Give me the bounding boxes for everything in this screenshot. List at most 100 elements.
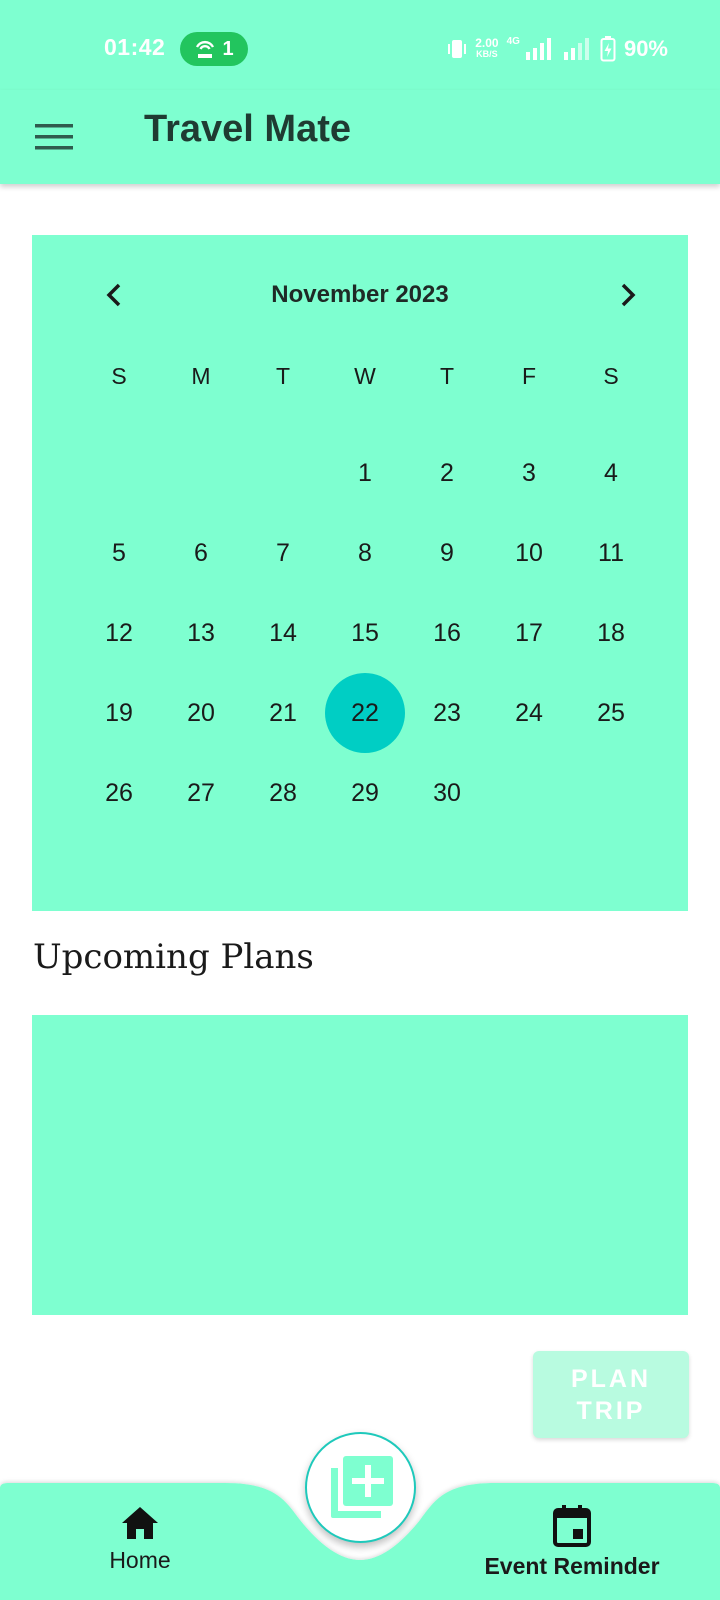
home-icon [122,1507,158,1539]
app-title: Travel Mate [144,108,351,150]
calendar-day-number: 14 [269,618,297,647]
calendar-day-number: 6 [194,538,208,567]
calendar-day[interactable]: 26 [78,753,160,833]
status-icons: 2.00 KB/S 4G 90% [447,36,668,62]
calendar-day[interactable]: 14 [242,593,324,673]
hamburger-menu-icon [35,124,73,150]
calendar-day-number: 30 [433,778,461,807]
calendar-day-number: 17 [515,618,543,647]
calendar-empty-cell [160,433,242,513]
calendar-day-number: 13 [187,618,215,647]
app-screen: 01:42 1 2.00 KB/S 4G 90% Travel Mate Nov… [0,0,720,1600]
hotspot-icon [196,40,215,58]
battery-charging-icon [600,36,616,62]
calendar-day[interactable]: 6 [160,513,242,593]
speed-value: 2.00 [475,36,499,50]
calendar-day[interactable]: 9 [406,513,488,593]
calendar-day[interactable]: 25 [570,673,652,753]
vibrate-icon [448,40,467,58]
calendar-day[interactable]: 13 [160,593,242,673]
add-library-icon [330,1455,393,1518]
network-speed: 2.00 KB/S [475,36,499,60]
weekday-header: T [275,363,291,389]
calendar-empty-cell [78,433,160,513]
calendar-day-number: 24 [515,698,543,727]
calendar-day[interactable]: 15 [324,593,406,673]
calendar-day[interactable]: 30 [406,753,488,833]
calendar-day[interactable]: 28 [242,753,324,833]
calendar-view: November 2023 S M T W T F S 1 2 3 4 5 6 7 8 9 10 11 12 13 14… [32,235,688,911]
calendar-day-number: 22 [351,698,379,727]
calendar-day-number: 3 [522,458,536,487]
calendar-day-number: 8 [358,538,372,567]
network-type: 4G [506,36,520,47]
next-month-button[interactable] [608,275,648,315]
calendar-day[interactable]: 5 [78,513,160,593]
calendar-month-label: November 2023 [271,281,449,308]
calendar-day-number: 20 [187,698,215,727]
calendar-day[interactable]: 29 [324,753,406,833]
calendar-day-number: 15 [351,618,379,647]
add-plan-fab[interactable] [305,1432,416,1543]
calendar-day[interactable]: 10 [488,513,570,593]
calendar-day[interactable]: 8 [324,513,406,593]
status-time: 01:42 [104,34,166,60]
upcoming-plans-list[interactable] [32,1015,688,1315]
calendar-day-number: 1 [358,458,372,487]
calendar-day[interactable]: 7 [242,513,324,593]
calendar-day-number: 12 [105,618,133,647]
calendar-day-number: 7 [276,538,290,567]
calendar-day-number: 10 [515,538,543,567]
calendar-day-number: 19 [105,698,133,727]
status-bar: 01:42 1 2.00 KB/S 4G 90% [0,0,720,90]
plan-trip-label: PLAN TRIP [571,1363,651,1427]
upcoming-plans-title: Upcoming Plans [33,937,314,977]
nav-event-reminder[interactable]: Event Reminder [472,1505,672,1580]
calendar-day-number: 21 [269,698,297,727]
calendar-day[interactable]: 1 [324,433,406,513]
calendar-day-number: 23 [433,698,461,727]
calendar-empty-cell [242,433,324,513]
calendar-day-number: 2 [440,458,454,487]
battery-percent: 90% [623,36,668,61]
plan-trip-line2: TRIP [576,1396,646,1425]
calendar-day-number: 11 [598,538,624,567]
calendar-day[interactable]: 17 [488,593,570,673]
hotspot-indicator[interactable]: 1 [180,32,248,66]
calendar-day[interactable]: 27 [160,753,242,833]
calendar-day[interactable]: 2 [406,433,488,513]
weekday-header: M [191,363,211,389]
calendar-day[interactable]: 20 [160,673,242,753]
calendar-day[interactable]: 18 [570,593,652,673]
weekday-header: F [521,363,537,389]
calendar-day[interactable]: 16 [406,593,488,673]
calendar-day[interactable]: 24 [488,673,570,753]
calendar-day-number: 29 [351,778,379,807]
calendar-day[interactable]: 19 [78,673,160,753]
plan-trip-button[interactable]: PLAN TRIP [533,1351,689,1438]
calendar-header: November 2023 [32,275,688,315]
calendar-day-number: 27 [187,778,215,807]
calendar-day[interactable]: 12 [78,593,160,673]
speed-unit: KB/S [476,49,498,59]
calendar-day[interactable]: 23 [406,673,488,753]
nav-event-reminder-label: Event Reminder [484,1553,660,1579]
calendar-day-number: 5 [112,538,126,567]
calendar-day[interactable]: 11 [570,513,652,593]
calendar-day-number: 25 [597,698,625,727]
nav-home[interactable]: Home [90,1505,190,1574]
calendar-day[interactable]: 3 [488,433,570,513]
menu-button[interactable] [30,112,80,162]
calendar-day[interactable]: 4 [570,433,652,513]
calendar-day-number: 4 [604,458,618,487]
calendar-day-number: 16 [433,618,461,647]
calendar-event-icon [553,1505,591,1547]
signal-icon-sim2 [563,38,589,60]
signal-icon-sim1 [525,38,551,60]
calendar-day-selected[interactable]: 22 [324,673,406,753]
app-toolbar: Travel Mate [0,90,720,184]
weekday-header: T [439,363,455,389]
chevron-right-icon [621,283,636,307]
calendar-day[interactable]: 21 [242,673,324,753]
calendar-day-number: 28 [269,778,297,807]
